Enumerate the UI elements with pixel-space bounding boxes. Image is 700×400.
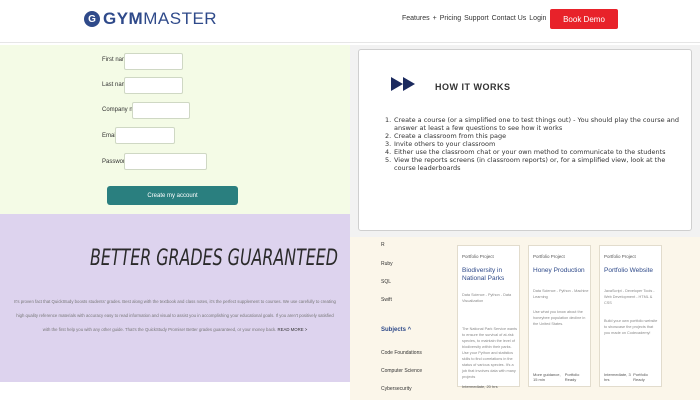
step-text: Either use the classroom chat or your ow… bbox=[394, 148, 666, 156]
card-meta: Data Science - Python - Data Visualizati… bbox=[462, 293, 512, 303]
how-it-works-title: HOW IT WORKS bbox=[435, 82, 511, 92]
nav-support[interactable]: Support bbox=[464, 15, 489, 22]
card-title: Honey Production bbox=[533, 267, 585, 274]
card-level: Intermediate, 20 hrs bbox=[462, 384, 498, 389]
company-name-input[interactable] bbox=[132, 102, 190, 119]
site-header: G GYMMASTER Features + Pricing Support C… bbox=[0, 0, 700, 43]
sidebar-item-cybersecurity[interactable]: Cybersecurity bbox=[381, 386, 412, 392]
card-kind: Portfolio Project bbox=[462, 254, 494, 259]
card-title: Biodiversity in National Parks bbox=[462, 267, 505, 282]
card-kind: Portfolio Project bbox=[533, 254, 565, 259]
project-card[interactable]: Portfolio Project Biodiversity in Nation… bbox=[457, 245, 520, 389]
card-description: The National Park Service wants to ensur… bbox=[462, 327, 518, 379]
card-description: Build your own portfolio website to show… bbox=[604, 319, 658, 335]
better-grades-panel: BETTER GRADES GUARANTEED It's proven fac… bbox=[0, 214, 350, 382]
card-meta: Data Science - Python - Machine Learning bbox=[533, 289, 589, 299]
sidebar-item-swift[interactable]: Swift bbox=[381, 297, 392, 303]
project-card[interactable]: Portfolio Project Honey Production Data … bbox=[528, 245, 591, 387]
main-nav: Features + Pricing Support Contact Us Lo… bbox=[402, 15, 546, 22]
nav-separator: + bbox=[432, 15, 437, 22]
step-text: Invite others to your classroom bbox=[394, 140, 496, 148]
book-demo-button[interactable]: Book Demo bbox=[550, 9, 618, 29]
card-footer: Intermediate, 3 hrs Portfolio Ready bbox=[604, 372, 657, 382]
card-level: Intermediate, 3 hrs bbox=[604, 372, 631, 382]
better-grades-title: BETTER GRADES GUARANTEED bbox=[90, 246, 338, 271]
sidebar-item-sql[interactable]: SQL bbox=[381, 279, 391, 285]
signup-panel: First name Last name Company name Email … bbox=[0, 45, 350, 214]
sidebar-item-r[interactable]: R bbox=[381, 242, 385, 248]
logo-text: GYMMASTER bbox=[103, 9, 217, 29]
sidebar-item-code-foundations[interactable]: Code Foundations bbox=[381, 350, 422, 356]
steps-list: 1. Create a course (or a simplified one t… bbox=[385, 116, 685, 172]
fast-forward-icon bbox=[391, 77, 415, 91]
card-footer: More guidance, 15 min Portfolio Ready bbox=[533, 372, 586, 382]
sidebar-item-computer-science[interactable]: Computer Science bbox=[381, 368, 422, 374]
project-card[interactable]: Portfolio Project Portfolio Website Java… bbox=[599, 245, 662, 387]
better-grades-body: It's proven fact that QuickStudy boosts … bbox=[14, 295, 336, 337]
subjects-toggle[interactable]: Subjects ^ bbox=[381, 327, 411, 333]
password-input[interactable] bbox=[124, 153, 207, 170]
email-input[interactable] bbox=[115, 127, 175, 144]
card-kind: Portfolio Project bbox=[604, 254, 636, 259]
bottom-strip bbox=[0, 382, 350, 400]
step-text: Create a classroom from this page bbox=[394, 132, 507, 140]
read-more-link[interactable]: READ MORE > bbox=[278, 327, 308, 332]
step-item: 4. Either use the classroom chat or your … bbox=[385, 148, 666, 156]
step-item: 5. View the reports screens (in classroom… bbox=[385, 156, 685, 172]
logo-text-rest: MASTER bbox=[143, 9, 218, 28]
nav-features[interactable]: Features bbox=[402, 15, 430, 22]
portfolio-panel: R Ruby SQL Swift Subjects ^ Code Foundat… bbox=[350, 237, 700, 400]
card-badge: Portfolio Ready bbox=[633, 372, 648, 382]
nav-pricing[interactable]: Pricing bbox=[440, 15, 461, 22]
create-account-button[interactable]: Create my account bbox=[107, 186, 238, 205]
step-text: View the reports screens (in classroom r… bbox=[394, 156, 666, 172]
how-it-works-card: HOW IT WORKS 1. Create a course (or a sim… bbox=[358, 49, 692, 231]
card-badge: Portfolio Ready bbox=[564, 372, 580, 382]
sidebar-item-ruby[interactable]: Ruby bbox=[381, 261, 393, 267]
first-name-input[interactable] bbox=[124, 53, 183, 70]
how-it-works-panel: HOW IT WORKS 1. Create a course (or a sim… bbox=[350, 45, 700, 237]
gymmaster-logo[interactable]: G GYMMASTER bbox=[84, 9, 217, 29]
card-title: Portfolio Website bbox=[604, 267, 654, 274]
logo-text-bold: GYM bbox=[103, 9, 144, 28]
step-item: 1. Create a course (or a simplified one t… bbox=[385, 116, 685, 132]
last-name-input[interactable] bbox=[124, 77, 183, 94]
step-text: Create a course (or a simplified one to … bbox=[394, 116, 679, 132]
step-item: 2. Create a classroom from this page bbox=[385, 132, 507, 140]
card-description: Use what you know about the honeybee pop… bbox=[533, 310, 586, 326]
card-level: More guidance, 15 min bbox=[533, 372, 561, 382]
screenshot-collage: G GYMMASTER Features + Pricing Support C… bbox=[0, 0, 700, 400]
step-item: 3. Invite others to your classroom bbox=[385, 140, 496, 148]
nav-contact[interactable]: Contact Us bbox=[492, 15, 527, 22]
card-meta: JavaScript - Developer Tools - Web Devel… bbox=[604, 289, 655, 305]
card-footer: Intermediate, 20 hrs bbox=[462, 384, 515, 389]
nav-login[interactable]: Login bbox=[529, 15, 546, 22]
logo-mark-icon: G bbox=[84, 11, 100, 27]
